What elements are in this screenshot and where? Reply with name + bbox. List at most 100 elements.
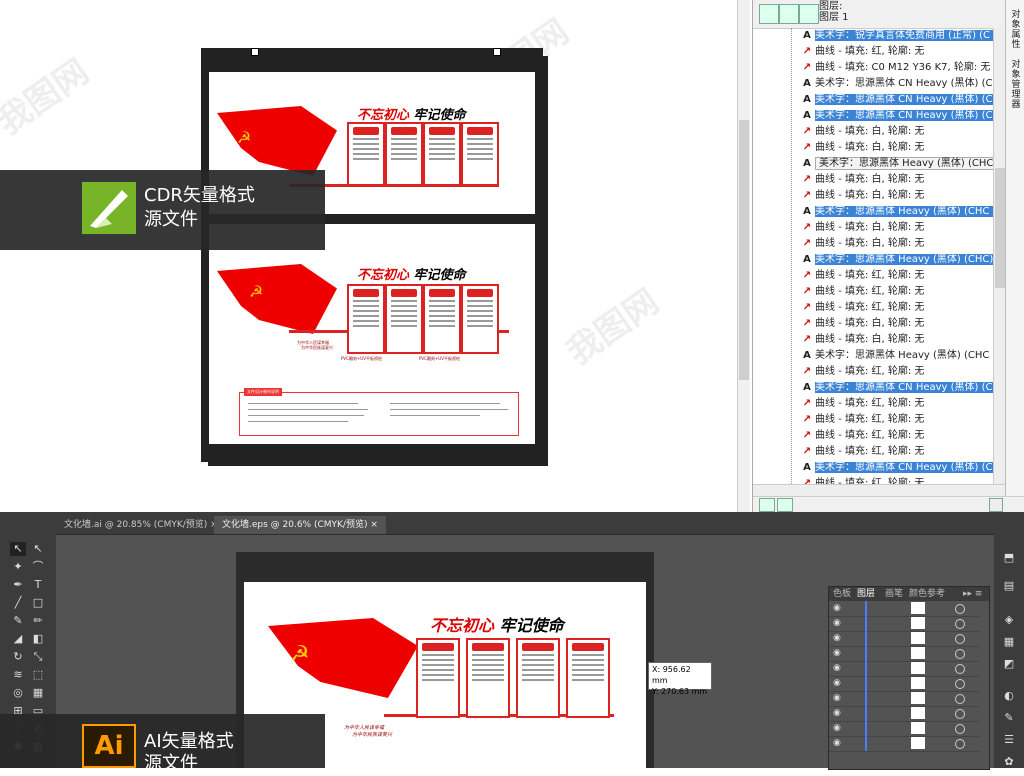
object-list-item[interactable]: ↗ 曲线 - 填充: 红, 轮廓: 无 xyxy=(799,300,993,316)
layers-panel[interactable]: 色板 图层 画笔 颜色参考 ▸▸ ≡ ◉ ◉ ◉ ◉ ◉ ◉ ◉ ◉ ◉ ◉ xyxy=(828,586,990,770)
rotation-center-icon[interactable]: × xyxy=(371,46,379,57)
scale-tool-icon[interactable]: ⤡ xyxy=(30,650,46,664)
illustrator-window[interactable]: 文化墙.ai @ 20.85% (CMYK/预览) × 文化墙.eps @ 20… xyxy=(0,512,1024,774)
target-circle-icon[interactable] xyxy=(955,664,965,674)
visibility-eye-icon[interactable]: ◉ xyxy=(833,708,841,718)
delete-icon[interactable] xyxy=(989,498,1003,512)
layer-row[interactable]: ◉ xyxy=(829,661,979,677)
align-icon[interactable]: ☰ xyxy=(1002,734,1016,746)
cdr-canvas[interactable]: 我图网 我图网 我图网 × ☭ 不忘初心 牢记使命 ☭ xyxy=(0,0,745,512)
object-list-item[interactable]: ↗ 曲线 - 填充: 红, 轮廓: 无 xyxy=(799,364,993,380)
layer-row[interactable]: ◉ xyxy=(829,706,979,722)
rotate-tool-icon[interactable]: ↻ xyxy=(10,650,26,664)
new-master-layer-icon[interactable] xyxy=(777,498,793,512)
direct-selection-tool-icon[interactable]: ↖ xyxy=(30,542,46,556)
layer-row[interactable]: ◉ xyxy=(829,616,979,632)
gradient-icon[interactable]: ◩ xyxy=(1002,658,1016,670)
selection-handle[interactable] xyxy=(251,48,259,56)
type-tool-icon[interactable]: T xyxy=(30,578,46,592)
visibility-eye-icon[interactable]: ◉ xyxy=(833,633,841,643)
target-circle-icon[interactable] xyxy=(955,649,965,659)
visibility-eye-icon[interactable]: ◉ xyxy=(833,618,841,628)
pencil-tool-icon[interactable]: ✏ xyxy=(30,614,46,628)
object-list-item[interactable]: A 美术字：思源黑体 Heavy (黑体) (CHC xyxy=(799,204,993,220)
object-list[interactable]: A 美术字：锐字真言体免费商用 (正常) (C ↗ 曲线 - 填充: 红, 轮廓: 无… xyxy=(753,28,993,484)
tab-object-properties[interactable]: 对象属性 xyxy=(1008,10,1024,50)
object-list-item[interactable]: A 美术字：思源黑体 Heavy (黑体) (CHC xyxy=(799,348,993,364)
object-list-item[interactable]: A 美术字：思源黑体 CN Heavy (黑体) (C xyxy=(799,108,993,124)
layers-list[interactable]: ◉ ◉ ◉ ◉ ◉ ◉ ◉ ◉ ◉ ◉ xyxy=(829,601,989,769)
selection-handle[interactable] xyxy=(493,48,501,56)
line-tool-icon[interactable]: ╱ xyxy=(10,596,26,610)
object-list-item[interactable]: ↗ 曲线 - 填充: 白, 轮廓: 无 xyxy=(799,140,993,156)
visibility-eye-icon[interactable]: ◉ xyxy=(833,678,841,688)
rectangle-tool-icon[interactable]: □ xyxy=(30,596,46,610)
symbols-icon[interactable]: ✿ xyxy=(1002,756,1016,768)
object-list-item[interactable]: A 美术字：思源黑体 Heavy (黑体) (CHC) - 填充: xyxy=(799,156,993,172)
object-list-item[interactable]: ↗ 曲线 - 填充: 白, 轮廓: 无 xyxy=(799,220,993,236)
object-list-item[interactable]: ↗ 曲线 - 填充: 白, 轮廓: 无 xyxy=(799,188,993,204)
object-list-item[interactable]: ↗ 曲线 - 填充: 红, 轮廓: 无 xyxy=(799,44,993,60)
width-tool-icon[interactable]: ≋ xyxy=(10,668,26,682)
object-list-item[interactable]: A 美术字：思源黑体 CN Heavy (黑体) (C xyxy=(799,460,993,476)
visibility-eye-icon[interactable]: ◉ xyxy=(833,693,841,703)
paintbrush-tool-icon[interactable]: ✎ xyxy=(10,614,26,628)
target-circle-icon[interactable] xyxy=(955,709,965,719)
layers-icon[interactable]: ◈ xyxy=(1002,614,1016,626)
object-list-item[interactable]: ↗ 曲线 - 填充: 红, 轮廓: 无 xyxy=(799,444,993,460)
perspective-grid-tool-icon[interactable]: ▦ xyxy=(30,686,46,700)
visibility-eye-icon[interactable]: ◉ xyxy=(833,648,841,658)
visibility-eye-icon[interactable]: ◉ xyxy=(833,738,841,748)
tab-ai-document[interactable]: 文化墙.ai @ 20.85% (CMYK/预览) × xyxy=(56,516,226,534)
tab-object-manager[interactable]: 对象管理器 xyxy=(1008,60,1024,110)
tab-swatches[interactable]: 色板 xyxy=(833,588,851,600)
layer-row[interactable]: ◉ xyxy=(829,631,979,647)
object-list-item[interactable]: ↗ 曲线 - 填充: 白, 轮廓: 无 xyxy=(799,124,993,140)
tab-layers[interactable]: 图层 xyxy=(857,588,875,600)
panel-menu-icon[interactable]: ▸▸ ≡ xyxy=(963,588,982,600)
object-list-item[interactable]: ↗ 曲线 - 填充: 红, 轮廓: 无 xyxy=(799,476,993,484)
object-manager-panel[interactable]: 图层: 图层 1 A 美术字：锐字真言体免费商用 (正常) (C ↗ 曲线 - 填充:… xyxy=(752,0,1024,513)
target-circle-icon[interactable] xyxy=(955,679,965,689)
artboard-icon[interactable]: ⬒ xyxy=(1002,552,1016,564)
document-page[interactable]: × ☭ 不忘初心 牢记使命 ☭ 不忘初心 牢记使命 PVC雕刻+UV平板喷绘 P… xyxy=(201,46,543,462)
new-layer-icon[interactable] xyxy=(759,498,775,512)
free-transform-tool-icon[interactable]: ⬚ xyxy=(30,668,46,682)
layer-row[interactable]: ◉ xyxy=(829,736,979,752)
layer-row[interactable]: ◉ xyxy=(829,601,979,617)
scrollbar-thumb[interactable] xyxy=(739,120,749,380)
object-list-item[interactable]: ↗ 曲线 - 填充: 白, 轮廓: 无 xyxy=(799,236,993,252)
object-list-item[interactable]: A 美术字：思源黑体 Heavy (黑体) (CHC) xyxy=(799,252,993,268)
selection-tool-icon[interactable]: ↖ xyxy=(10,542,26,556)
swatches-icon[interactable]: ▦ xyxy=(1002,636,1016,648)
object-list-item[interactable]: A 美术字：思源黑体 CN Heavy (黑体) (C xyxy=(799,380,993,396)
target-circle-icon[interactable] xyxy=(955,604,965,614)
design-sheet-2[interactable]: ☭ 不忘初心 牢记使命 PVC雕刻+UV平板喷绘 PVC雕刻+UV平板喷绘 为中… xyxy=(209,224,535,444)
blob-brush-tool-icon[interactable]: ◢ xyxy=(10,632,26,646)
object-list-item[interactable]: ↗ 曲线 - 填充: 红, 轮廓: 无 xyxy=(799,396,993,412)
close-icon[interactable]: × xyxy=(370,520,378,530)
layer-row[interactable]: ◉ xyxy=(829,691,979,707)
target-circle-icon[interactable] xyxy=(955,619,965,629)
edit-across-layers-icon[interactable] xyxy=(779,4,799,24)
layer-manager-view-icon[interactable] xyxy=(799,4,819,24)
color-icon[interactable]: ▤ xyxy=(1002,580,1016,592)
object-list-item[interactable]: ↗ 曲线 - 填充: C0 M12 Y36 K7, 轮廓: 无 xyxy=(799,60,993,76)
visibility-eye-icon[interactable]: ◉ xyxy=(833,603,841,613)
object-list-item[interactable]: ↗ 曲线 - 填充: 红, 轮廓: 无 xyxy=(799,284,993,300)
canvas-scrollbar[interactable] xyxy=(737,0,750,512)
visibility-eye-icon[interactable]: ◉ xyxy=(833,723,841,733)
brushes-icon[interactable]: ✎ xyxy=(1002,712,1016,724)
target-circle-icon[interactable] xyxy=(955,724,965,734)
target-circle-icon[interactable] xyxy=(955,694,965,704)
object-list-item[interactable]: A 美术字：锐字真言体免费商用 (正常) (C xyxy=(799,28,993,44)
object-list-item[interactable]: ↗ 曲线 - 填充: 白, 轮廓: 无 xyxy=(799,332,993,348)
show-properties-icon[interactable] xyxy=(759,4,779,24)
layer-row[interactable]: ◉ xyxy=(829,646,979,662)
object-list-item[interactable]: ↗ 曲线 - 填充: 红, 轮廓: 无 xyxy=(799,268,993,284)
tab-color-guide[interactable]: 颜色参考 xyxy=(909,588,945,600)
magic-wand-tool-icon[interactable]: ✦ xyxy=(10,560,26,574)
pen-tool-icon[interactable]: ✒ xyxy=(10,578,26,592)
object-list-item[interactable]: ↗ 曲线 - 填充: 白, 轮廓: 无 xyxy=(799,172,993,188)
appearance-icon[interactable]: ◐ xyxy=(1002,690,1016,702)
